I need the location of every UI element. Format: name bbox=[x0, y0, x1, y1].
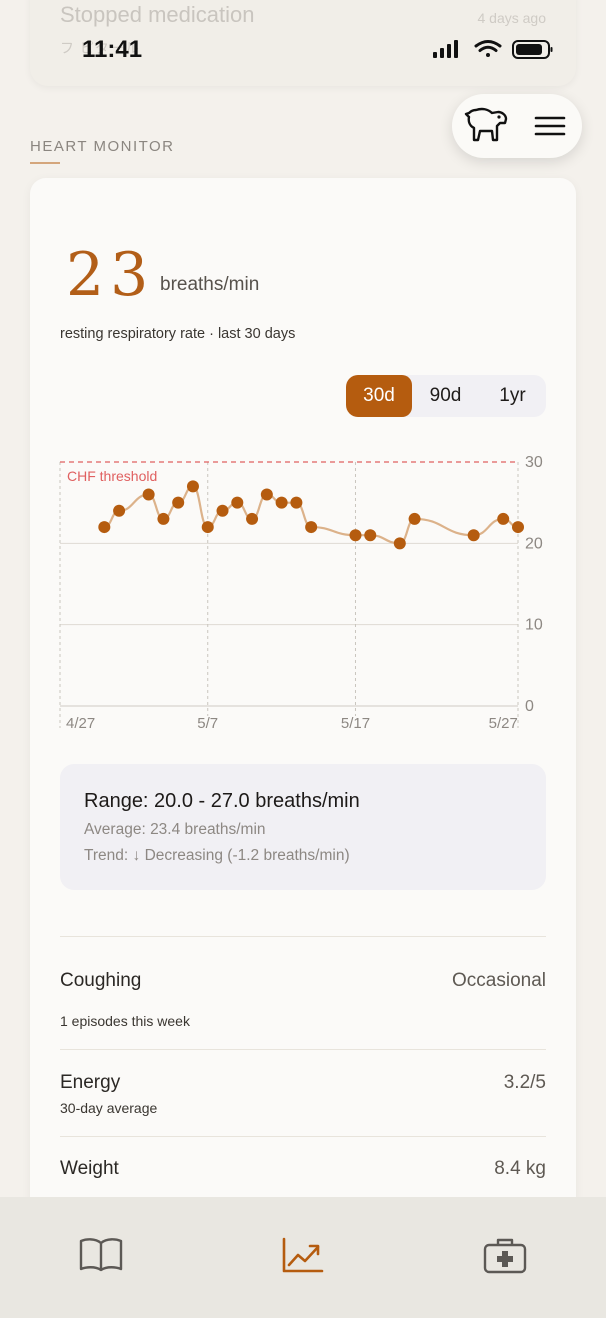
respiratory-rate-chart: 0 10 20 30 4/27 5/7 5/17 5/27 CHF threshold bbox=[59, 454, 543, 732]
weight-value: 8.4 kg bbox=[494, 1158, 546, 1179]
coughing-value: Occasional bbox=[452, 970, 546, 991]
data-point bbox=[186, 480, 199, 493]
dog-icon[interactable] bbox=[462, 104, 510, 148]
cellular-signal-icon bbox=[433, 40, 458, 58]
respiratory-rate-units: breaths/min bbox=[160, 274, 260, 295]
data-point bbox=[290, 496, 303, 509]
energy-value: 3.2/5 bbox=[503, 1072, 546, 1093]
data-point bbox=[393, 537, 406, 550]
data-point bbox=[216, 504, 229, 517]
x-tick-label: 4/27 bbox=[66, 715, 95, 732]
data-point bbox=[260, 488, 273, 501]
weight-label: Weight bbox=[60, 1158, 119, 1179]
y-tick-label: 20 bbox=[525, 535, 543, 552]
respiratory-rate-value: 23 bbox=[66, 240, 155, 310]
data-point bbox=[246, 512, 259, 525]
data-point bbox=[98, 521, 111, 534]
data-point bbox=[512, 521, 524, 534]
coughing-detail: 1 episodes this week bbox=[60, 1013, 190, 1029]
y-tick-label: 0 bbox=[525, 698, 534, 715]
average-text: Average: 23.4 breaths/min bbox=[84, 821, 266, 838]
clock: 11:41 bbox=[82, 36, 143, 63]
data-point bbox=[305, 521, 318, 534]
wifi-icon bbox=[474, 40, 502, 57]
book-icon[interactable] bbox=[78, 1235, 124, 1275]
threshold-label: CHF threshold bbox=[67, 468, 157, 484]
data-point bbox=[142, 488, 155, 501]
data-point bbox=[364, 529, 377, 542]
divider bbox=[60, 1136, 546, 1137]
data-point bbox=[231, 496, 244, 509]
data-point bbox=[497, 512, 510, 525]
energy-detail: 30-day average bbox=[60, 1100, 158, 1116]
respiratory-rate-caption: resting respiratory rate · last 30 days bbox=[60, 326, 296, 342]
battery-icon bbox=[512, 40, 553, 59]
y-tick-label: 10 bbox=[525, 617, 543, 634]
data-point bbox=[157, 512, 170, 525]
data-point bbox=[172, 496, 185, 509]
coughing-label: Coughing bbox=[60, 970, 142, 991]
y-tick-label: 30 bbox=[525, 454, 543, 471]
first-aid-kit-icon[interactable] bbox=[482, 1235, 528, 1275]
data-point bbox=[275, 496, 288, 509]
section-title: HEART MONITOR bbox=[30, 138, 175, 155]
tab-bar bbox=[0, 1197, 606, 1318]
divider bbox=[60, 936, 546, 937]
trend-text: Trend: ↓ Decreasing (-1.2 breaths/min) bbox=[84, 847, 350, 864]
range-90d-button[interactable]: 90d bbox=[412, 375, 479, 417]
status-icons bbox=[433, 40, 553, 59]
divider bbox=[60, 1049, 546, 1050]
status-bar: 11:41 bbox=[0, 0, 606, 96]
hamburger-menu-icon[interactable] bbox=[530, 108, 570, 144]
trend-chart-icon[interactable] bbox=[280, 1235, 326, 1275]
header-actions bbox=[452, 94, 582, 158]
data-point bbox=[408, 512, 421, 525]
data-point bbox=[467, 529, 480, 542]
x-tick-label: 5/17 bbox=[341, 715, 370, 732]
energy-label: Energy bbox=[60, 1072, 121, 1093]
time-range-selector: 30d 90d 1yr bbox=[346, 375, 546, 417]
data-point bbox=[349, 529, 362, 542]
range-1yr-button[interactable]: 1yr bbox=[479, 375, 546, 417]
data-point bbox=[201, 521, 214, 534]
range-summary: Range: 20.0 - 27.0 breaths/min Average: … bbox=[60, 764, 546, 890]
heart-monitor-card: 23 breaths/min resting respiratory rate … bbox=[30, 178, 576, 1218]
range-text: Range: 20.0 - 27.0 breaths/min bbox=[84, 790, 360, 812]
data-point bbox=[113, 504, 126, 517]
x-tick-label: 5/27 bbox=[489, 715, 518, 732]
range-30d-button[interactable]: 30d bbox=[346, 375, 412, 417]
x-tick-label: 5/7 bbox=[197, 715, 218, 732]
section-underline bbox=[30, 162, 60, 164]
